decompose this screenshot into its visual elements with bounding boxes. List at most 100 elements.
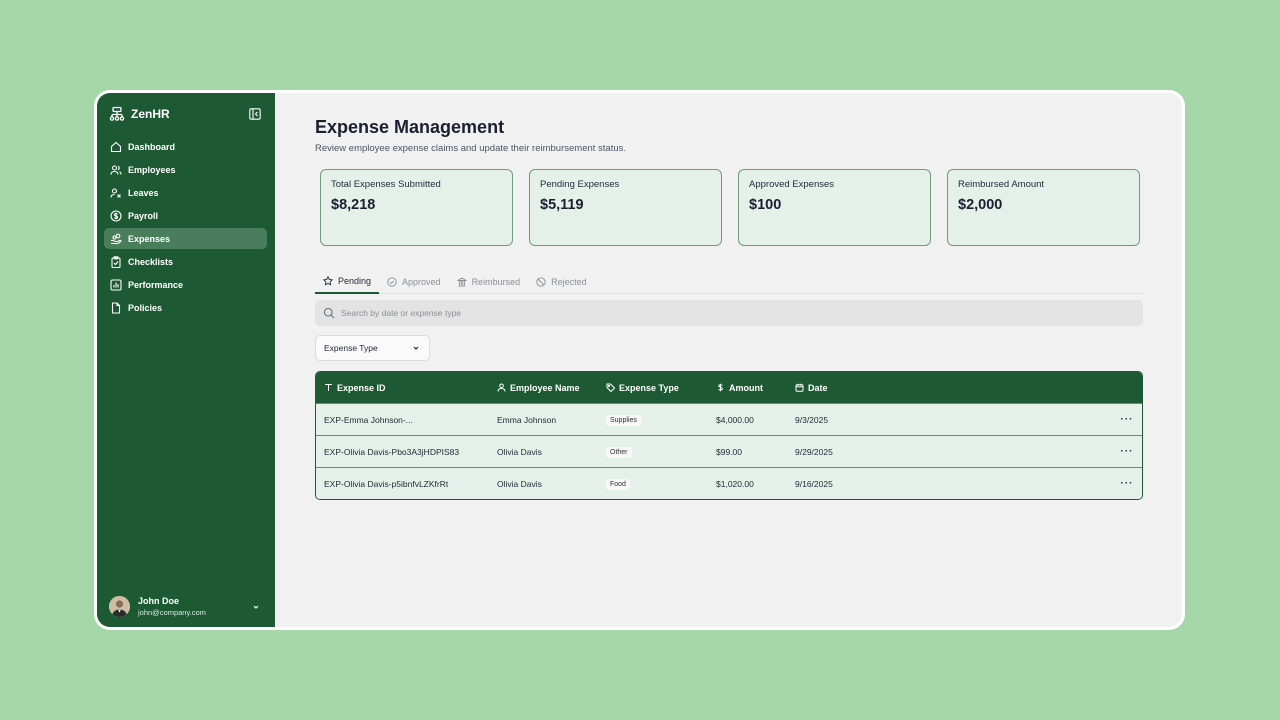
app-frame: ZenHR Dashboard Employees Leaves Payroll… <box>94 90 1185 630</box>
stat-label: Reimbursed Amount <box>958 179 1045 190</box>
sidebar-item-payroll[interactable]: Payroll <box>104 205 267 226</box>
row-actions-button[interactable]: ··· <box>1112 446 1142 457</box>
stat-cards: Total Expenses Submitted $8,218 Pending … <box>320 169 1140 246</box>
user-icon <box>497 383 506 392</box>
cell-employee-name: Emma Johnson <box>497 414 557 425</box>
table-row[interactable]: EXP-Olivia Davis-p5ibnfvLZKfrRt Olivia D… <box>316 467 1142 499</box>
sidebar-item-label: Dashboard <box>128 141 176 152</box>
cell-amount: $4,000.00 <box>716 414 754 425</box>
cell-amount: $1,020.00 <box>716 478 754 489</box>
sidebar-item-leaves[interactable]: Leaves <box>104 182 267 203</box>
page-title: Expense Management <box>315 117 505 137</box>
clipboard-check-icon <box>111 255 121 268</box>
stat-label: Pending Expenses <box>540 179 620 190</box>
bank-icon <box>456 276 467 286</box>
cell-date: 9/29/2025 <box>795 446 833 457</box>
stat-label: Total Expenses Submitted <box>331 179 441 190</box>
user-info: John Doe john@company.com <box>138 596 206 617</box>
brand-name: ZenHR <box>131 107 170 121</box>
table-row[interactable]: EXP-Emma Johnson-... Emma Johnson Suppli… <box>316 403 1142 435</box>
ban-icon <box>536 276 546 287</box>
stat-card-reimbursed: Reimbursed Amount $2,000 <box>947 169 1140 246</box>
cell-date: 9/3/2025 <box>795 414 829 425</box>
tab-pending[interactable]: Pending <box>315 269 380 294</box>
cell-expense-id: EXP-Olivia Davis-Pbo3A3jHDPIS83 <box>324 446 460 457</box>
sidebar-item-performance[interactable]: Performance <box>104 274 267 295</box>
expense-type-badge: Supplies <box>606 414 641 426</box>
calendar-icon <box>795 383 804 392</box>
cell-amount: $99.00 <box>716 446 742 457</box>
cell-expense-type: Supplies <box>598 414 708 426</box>
sidebar-item-employees[interactable]: Employees <box>104 159 267 180</box>
search-bar <box>315 300 1143 326</box>
home-icon <box>110 141 122 152</box>
check-circle-icon <box>387 276 397 287</box>
table-row[interactable]: EXP-Olivia Davis-Pbo3A3jHDPIS83 Olivia D… <box>316 435 1142 467</box>
column-header-amount[interactable]: Amount <box>708 383 787 393</box>
tab-label: Reimbursed <box>471 276 521 287</box>
row-actions-button[interactable]: ··· <box>1112 478 1142 489</box>
stat-value: $100 <box>749 197 782 213</box>
column-header-label: Expense Type <box>619 382 679 393</box>
sidebar-item-label: Expenses <box>128 233 171 244</box>
sidebar-item-checklists[interactable]: Checklists <box>104 251 267 272</box>
column-header-expense-type[interactable]: Expense Type <box>598 383 708 393</box>
cell-expense-id: EXP-Emma Johnson-... <box>324 414 413 425</box>
sidebar-item-expenses[interactable]: Expenses <box>104 228 267 249</box>
sidebar-item-label: Leaves <box>128 187 159 198</box>
sidebar-item-policies[interactable]: Policies <box>104 297 267 318</box>
stat-card-pending: Pending Expenses $5,119 <box>529 169 722 246</box>
column-header-employee-name[interactable]: Employee Name <box>489 383 598 393</box>
stat-value: $8,218 <box>331 197 376 213</box>
expenses-table: Expense ID Employee Name Expense Type Am… <box>315 371 1143 500</box>
column-header-date[interactable]: Date <box>787 383 1112 393</box>
column-header-label: Date <box>808 382 828 393</box>
tab-approved[interactable]: Approved <box>379 269 449 294</box>
column-header-label: Amount <box>729 382 763 393</box>
coins-hand-icon <box>111 233 122 244</box>
file-icon <box>111 301 121 314</box>
row-actions-button[interactable]: ··· <box>1112 414 1142 425</box>
user-menu[interactable]: John Doe john@company.com <box>109 596 261 617</box>
sidebar-item-label: Performance <box>128 279 184 290</box>
sidebar-nav: Dashboard Employees Leaves Payroll Expen… <box>104 136 267 320</box>
tab-label: Approved <box>402 276 441 287</box>
user-x-icon <box>110 187 121 198</box>
tab-rejected[interactable]: Rejected <box>528 269 595 294</box>
star-icon <box>323 275 333 286</box>
cell-date: 9/16/2025 <box>795 478 833 489</box>
brand[interactable]: ZenHR <box>109 106 170 122</box>
users-icon <box>110 164 122 175</box>
sidebar-item-dashboard[interactable]: Dashboard <box>104 136 267 157</box>
column-header-label: Employee Name <box>510 382 580 393</box>
tab-reimbursed[interactable]: Reimbursed <box>449 269 529 294</box>
stat-label: Approved Expenses <box>749 179 835 190</box>
cell-expense-type: Other <box>598 446 708 458</box>
app-window: ZenHR Dashboard Employees Leaves Payroll… <box>97 93 1182 627</box>
avatar <box>109 596 130 617</box>
sidebar: ZenHR Dashboard Employees Leaves Payroll… <box>97 93 275 627</box>
search-input[interactable] <box>341 308 1121 318</box>
stat-card-approved: Approved Expenses $100 <box>738 169 931 246</box>
expense-type-filter[interactable]: Expense Type <box>315 335 430 361</box>
sidebar-item-label: Employees <box>128 164 176 175</box>
cell-employee-name: Olivia Davis <box>497 446 542 457</box>
table-header: Expense ID Employee Name Expense Type Am… <box>316 372 1142 403</box>
expense-type-badge: Food <box>606 478 630 490</box>
chevron-down-icon <box>413 346 419 350</box>
text-icon <box>325 384 332 391</box>
cell-expense-id: EXP-Olivia Davis-p5ibnfvLZKfrRt <box>324 478 449 489</box>
user-email: john@company.com <box>138 608 206 617</box>
search-icon <box>323 307 335 319</box>
collapse-sidebar-icon[interactable] <box>249 108 261 120</box>
bar-chart-icon <box>110 278 122 291</box>
sidebar-item-label: Payroll <box>128 210 159 221</box>
user-name: John Doe <box>138 596 180 606</box>
tag-icon <box>606 383 615 392</box>
expense-type-badge: Other <box>606 446 632 458</box>
column-header-expense-id[interactable]: Expense ID <box>316 383 489 393</box>
main-content: Expense Management Review employee expen… <box>275 93 1182 627</box>
dollar-icon <box>718 383 723 392</box>
tab-label: Pending <box>338 275 372 286</box>
chevron-down-icon[interactable] <box>251 602 261 612</box>
